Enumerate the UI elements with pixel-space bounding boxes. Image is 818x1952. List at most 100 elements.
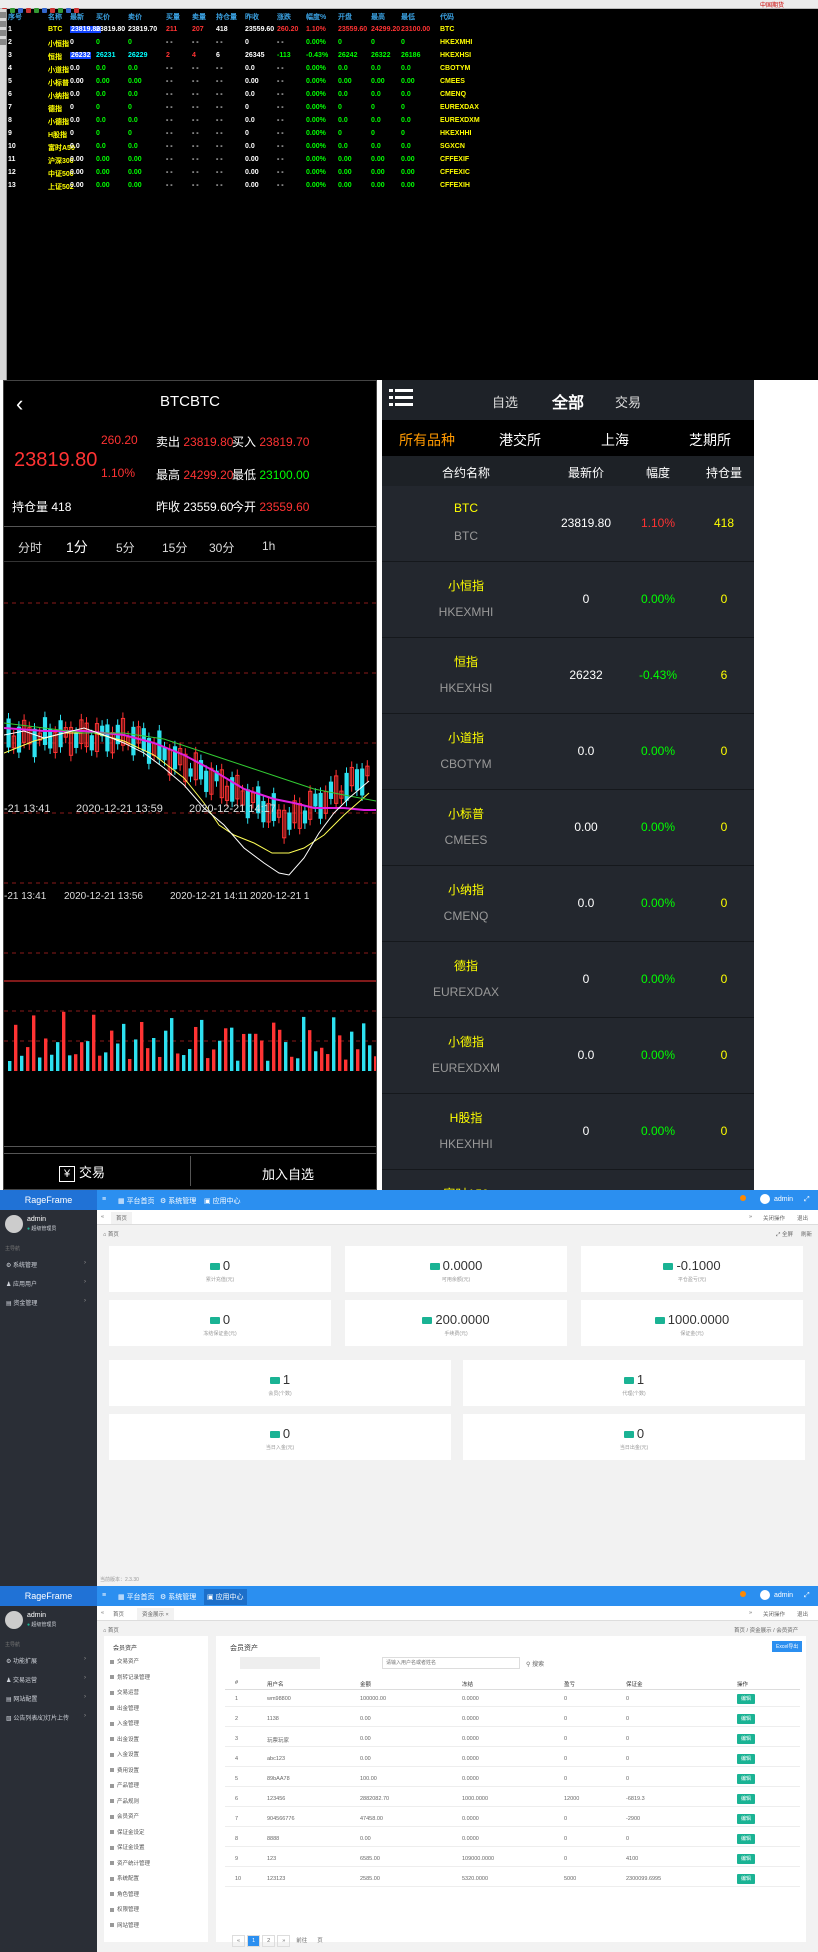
left-menu-item[interactable]: 出金管理 — [110, 1704, 139, 1712]
nav-system[interactable]: ⚙ 系统管理 — [160, 1196, 196, 1206]
hamburger-icon[interactable]: ≡ — [102, 1196, 106, 1203]
expand-icon[interactable]: ⤢ — [804, 1592, 810, 1600]
menu-item-users[interactable]: ♟ 应用用户 › — [6, 1279, 86, 1288]
timeframe-5[interactable]: 1h — [262, 539, 275, 553]
search-button[interactable]: ⚲ 搜索 — [526, 1659, 544, 1668]
left-menu-item[interactable]: 角色管理 — [110, 1890, 139, 1898]
logout[interactable]: 退出 — [797, 1214, 808, 1222]
quote-row[interactable]: 6 小纳指 0.0 0.0 0.0- -- -- -0.0- -0.00% 0.0 0.0 0… — [8, 88, 588, 101]
header-cell[interactable]: 买价 — [96, 12, 110, 22]
kline-chart[interactable] — [4, 563, 376, 983]
pager-item[interactable]: 1 — [247, 1935, 261, 1947]
quote-row[interactable]: 12 中证500 0.00 0.00 0.00- -- -- -0.00- -0.00%… — [8, 166, 588, 179]
market-row[interactable]: H股指 HKEXHHI 0 0.00% 0 — [382, 1094, 754, 1170]
header-cell[interactable]: 卖量 — [192, 12, 206, 22]
quote-row[interactable]: 8 小德指 0.0 0.0 0.0- -- -- -0.0- -0.00% 0.0 0.0 0… — [8, 114, 588, 127]
header-cell[interactable]: 代码 — [440, 12, 454, 22]
logo[interactable]: RageFrame — [0, 1190, 97, 1210]
side-tab[interactable] — [0, 39, 6, 45]
tab-all[interactable]: 全部 — [552, 389, 584, 413]
timeframe-3[interactable]: 15分 — [162, 539, 187, 556]
close-ops[interactable]: 关闭操作 — [763, 1214, 785, 1222]
pager-item[interactable]: » — [277, 1935, 291, 1947]
edit-button[interactable]: 编辑 — [737, 1874, 755, 1884]
export-button[interactable]: Excel导出 — [772, 1641, 803, 1652]
left-menu-item[interactable]: 资产统计管理 — [110, 1859, 150, 1867]
header-cell[interactable]: 最低 — [401, 12, 415, 22]
timeframe-2[interactable]: 5分 — [116, 539, 135, 556]
quote-row[interactable]: 11 沪深300 0.00 0.00 0.00- -- -- -0.00- -0.00%… — [8, 153, 588, 166]
quote-row[interactable]: 3 恒指 26232 26231 26229 2 4 6 26345 -113 -0.43% 2624… — [8, 49, 588, 62]
edit-button[interactable]: 编辑 — [737, 1714, 755, 1724]
market-row[interactable]: BTC BTC 23819.80 1.10% 418 — [382, 486, 754, 562]
exchange-sh[interactable]: 上海 — [601, 430, 629, 450]
left-menu-item[interactable]: 产品管理 — [110, 1781, 139, 1789]
left-menu-item[interactable]: 产品规则 — [110, 1797, 139, 1805]
tab-trade[interactable]: 交易 — [615, 392, 641, 411]
market-row[interactable]: 德指 EUREXDAX 0 0.00% 0 — [382, 942, 754, 1018]
header-cell[interactable]: 名称 — [48, 12, 62, 22]
nav-apps[interactable]: ▣ 应用中心 — [204, 1196, 241, 1206]
expand-icon[interactable]: ⤢ — [804, 1196, 810, 1204]
add-favorite-button[interactable]: 加入自选 — [262, 1164, 314, 1183]
side-tab[interactable] — [0, 30, 6, 36]
left-menu-item[interactable]: 会员资产 — [110, 1812, 139, 1820]
header-cell[interactable]: 涨跌 — [277, 12, 291, 22]
tab-prev[interactable]: « — [101, 1610, 104, 1616]
left-menu-item[interactable]: 系统配置 — [110, 1874, 139, 1882]
bell-icon[interactable] — [740, 1195, 746, 1201]
header-cell[interactable]: 持仓量 — [216, 12, 237, 22]
exchange-all[interactable]: 所有品种 — [399, 430, 455, 450]
market-row[interactable]: 小标普 CMEES 0.00 0.00% 0 — [382, 790, 754, 866]
left-menu-item[interactable]: 权限管理 — [110, 1905, 139, 1913]
nav-system[interactable]: ⚙ 系统管理 — [160, 1592, 196, 1602]
header-username[interactable]: admin — [774, 1196, 793, 1203]
left-menu-item[interactable]: 划转记录管理 — [110, 1673, 150, 1681]
left-menu-item[interactable]: 费用设置 — [110, 1766, 139, 1774]
fullscreen-button[interactable]: ⤢ 全屏 — [776, 1230, 793, 1239]
timeframe-0[interactable]: 分时 — [18, 539, 42, 556]
edit-button[interactable]: 编辑 — [737, 1814, 755, 1824]
edit-button[interactable]: 编辑 — [737, 1754, 755, 1764]
edit-button[interactable]: 编辑 — [737, 1834, 755, 1844]
tab-home[interactable]: 首页 — [113, 1610, 124, 1618]
quote-row[interactable]: 7 德指 0 0 0 - - - - - - 0 - - 0.00% 0 0 0 EUREXDAX — [8, 101, 588, 114]
market-row[interactable]: 小恒指 HKEXMHI 0 0.00% 0 — [382, 562, 754, 638]
menu-item-ops[interactable]: ♟ 交易运营 › — [6, 1675, 86, 1684]
bell-icon[interactable] — [740, 1591, 746, 1597]
list-menu-icon[interactable] — [389, 387, 413, 414]
search-input[interactable] — [382, 1657, 520, 1669]
tab-favorites[interactable]: 自选 — [492, 392, 518, 411]
edit-button[interactable]: 编辑 — [737, 1794, 755, 1804]
exchange-cme[interactable]: 芝期所 — [689, 430, 731, 450]
header-cell[interactable]: 卖价 — [128, 12, 142, 22]
filter-select[interactable] — [240, 1657, 320, 1669]
exchange-hk[interactable]: 港交所 — [499, 430, 541, 450]
timeframe-4[interactable]: 30分 — [209, 539, 234, 556]
market-row[interactable]: 小德指 EUREXDXM 0.0 0.00% 0 — [382, 1018, 754, 1094]
quote-row[interactable]: 9 H股指 0 0 0- -- -- -0- -0.00% 0 0 0 HKEXHHI — [8, 127, 588, 140]
header-cell[interactable]: 开盘 — [338, 12, 352, 22]
logout[interactable]: 退出 — [797, 1610, 808, 1618]
tab-assets[interactable]: 资金展示 × — [137, 1608, 174, 1620]
trade-button[interactable]: ¥ 交易 — [59, 1162, 105, 1182]
refresh-button[interactable]: 刷新 — [801, 1230, 812, 1238]
edit-button[interactable]: 编辑 — [737, 1734, 755, 1744]
left-menu-item[interactable]: 交易运营 — [110, 1688, 139, 1696]
timeframe-1[interactable]: 1分 — [66, 537, 88, 557]
header-cell[interactable]: 买量 — [166, 12, 180, 22]
left-menu-item[interactable]: 入金管理 — [110, 1719, 139, 1727]
side-tab[interactable] — [0, 21, 6, 27]
menu-item-extend[interactable]: ⚙ 功能扩展 › — [6, 1656, 86, 1665]
tab-next[interactable]: » — [749, 1610, 752, 1616]
quote-row[interactable]: 4 小道指 0.0 0.0 0.0- -- -- -0.0- -0.00% 0.0 0.0 0… — [8, 62, 588, 75]
header-cell[interactable]: 序号 — [8, 12, 22, 22]
menu-item-system[interactable]: ⚙ 系统管理 › — [6, 1260, 86, 1269]
tab-prev[interactable]: « — [101, 1214, 104, 1220]
close-ops[interactable]: 关闭操作 — [763, 1610, 785, 1618]
tab-home[interactable]: 首页 — [111, 1212, 133, 1224]
volume-chart[interactable] — [4, 1001, 376, 1081]
quote-row[interactable]: 5 小标普 0.00 0.00 0.00- -- -- -0.00- -0.00% 0.0… — [8, 75, 588, 88]
quote-row[interactable]: 13 上证502 0.00 0.00 0.00- -- -- -0.00- -0.00%… — [8, 179, 588, 192]
edit-button[interactable]: 编辑 — [737, 1854, 755, 1864]
